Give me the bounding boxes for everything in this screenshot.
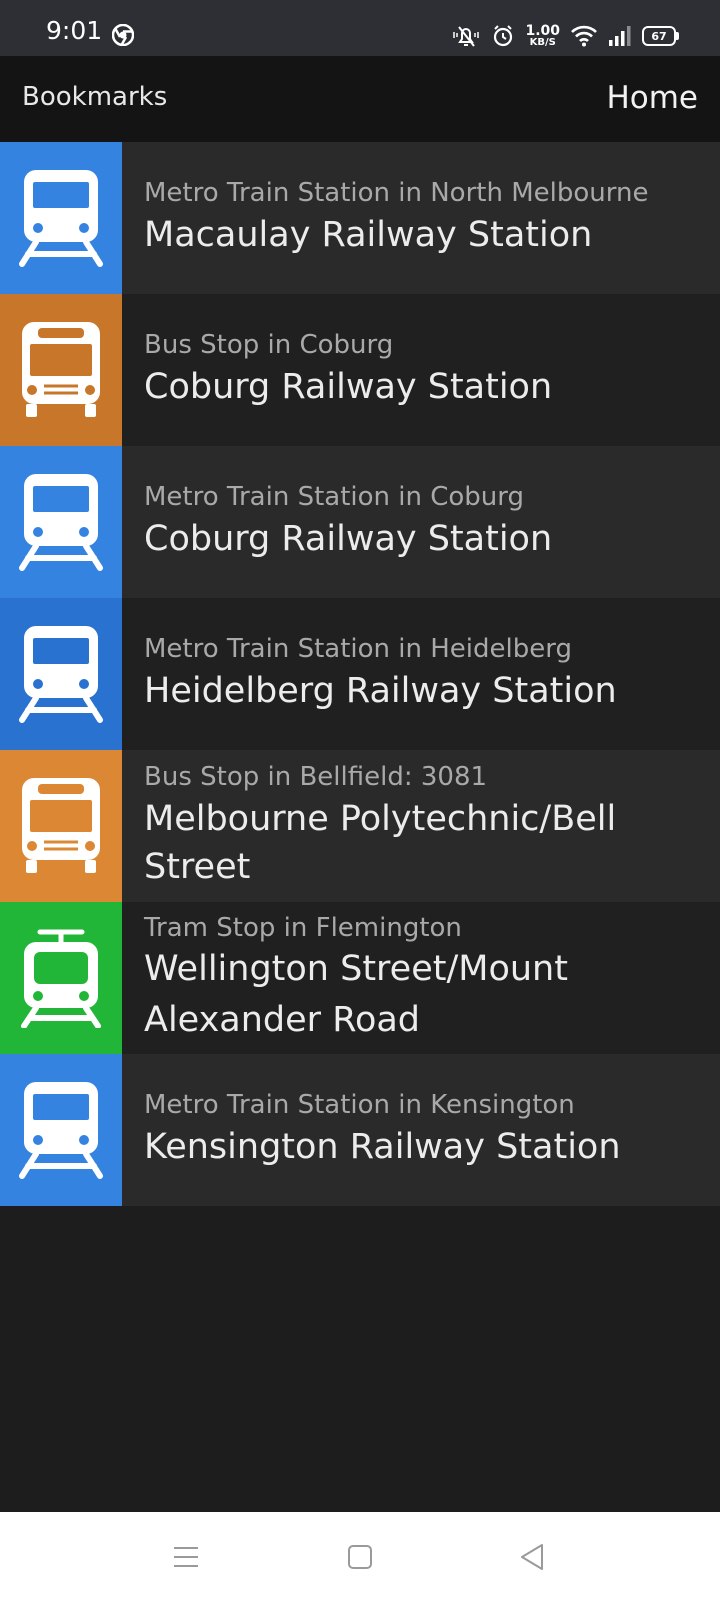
bookmark-name: Coburg Railway Station xyxy=(144,519,553,559)
system-navigation-bar xyxy=(0,1512,720,1600)
bookmark-type-badge xyxy=(0,446,122,598)
status-indicators: 1.00 KB/S 67 xyxy=(451,20,679,52)
back-icon[interactable] xyxy=(517,1542,547,1572)
wifi-icon xyxy=(571,25,597,47)
bookmark-type-badge xyxy=(0,750,122,902)
speed-unit: KB/S xyxy=(529,37,556,48)
signal-icon xyxy=(609,26,631,46)
bookmark-item[interactable]: Bus Stop in Bellfield: 3081 Melbourne Pol… xyxy=(0,750,720,902)
bookmark-subtitle: Tram Stop in Flemington xyxy=(144,913,462,943)
bookmark-name: Macaulay Railway Station xyxy=(144,215,593,255)
bookmark-name: Coburg Railway Station xyxy=(144,367,553,407)
alarm-icon xyxy=(494,25,513,47)
bookmark-list: Metro Train Station in North Melbourne Ma… xyxy=(0,142,720,1206)
network-speed: 1.00 KB/S xyxy=(525,24,560,48)
train-icon xyxy=(16,624,106,724)
bookmark-item[interactable]: Metro Train Station in Kensington Kensing… xyxy=(0,1054,720,1206)
bus-icon xyxy=(16,776,106,876)
bookmark-type-badge xyxy=(0,142,122,294)
bookmark-name: Wellington Street/Mount Alexander Road xyxy=(144,949,568,1040)
bookmark-type-badge xyxy=(0,902,122,1054)
bookmark-subtitle: Metro Train Station in Heidelberg xyxy=(144,634,572,664)
bookmark-item[interactable]: Metro Train Station in Heidelberg Heidelb… xyxy=(0,598,720,750)
bookmark-name: Kensington Railway Station xyxy=(144,1127,621,1167)
train-icon xyxy=(16,1080,106,1180)
battery-indicator: 67 xyxy=(642,26,679,46)
bookmark-item[interactable]: Tram Stop in Flemington Wellington Street… xyxy=(0,902,720,1054)
menu-icon[interactable] xyxy=(171,1542,201,1572)
bus-icon xyxy=(16,320,106,420)
bookmark-name: Melbourne Polytechnic/Bell Street xyxy=(144,799,617,887)
bookmark-type-badge xyxy=(0,598,122,750)
home-nav-icon[interactable] xyxy=(345,1542,375,1572)
tram-icon xyxy=(16,928,106,1028)
bookmark-type-badge xyxy=(0,1054,122,1206)
bookmark-subtitle: Bus Stop in Coburg xyxy=(144,330,394,360)
bookmark-item[interactable]: Bus Stop in Coburg Coburg Railway Station xyxy=(0,294,720,446)
status-bar: 9:01 1.00 KB/S 67 xyxy=(0,0,720,56)
chrome-icon xyxy=(112,24,134,46)
bookmark-subtitle: Metro Train Station in Coburg xyxy=(144,482,525,512)
train-icon xyxy=(16,168,106,268)
bookmark-subtitle: Bus Stop in Bellfield: 3081 xyxy=(144,762,488,792)
bookmark-subtitle: Metro Train Station in Kensington xyxy=(144,1090,575,1120)
app-bar: Bookmarks Home xyxy=(0,56,720,142)
bookmark-item[interactable]: Metro Train Station in Coburg Coburg Rail… xyxy=(0,446,720,598)
train-icon xyxy=(16,472,106,572)
speed-value: 1.00 xyxy=(525,23,560,39)
bookmark-name: Heidelberg Railway Station xyxy=(144,671,617,711)
mute-icon xyxy=(453,26,480,47)
bookmark-item[interactable]: Metro Train Station in North Melbourne Ma… xyxy=(0,142,720,294)
home-button[interactable]: Home xyxy=(606,80,698,116)
bookmark-subtitle: Metro Train Station in North Melbourne xyxy=(144,178,649,208)
page-title: Bookmarks xyxy=(22,82,168,112)
bookmark-type-badge xyxy=(0,294,122,446)
status-time: 9:01 xyxy=(46,16,103,45)
